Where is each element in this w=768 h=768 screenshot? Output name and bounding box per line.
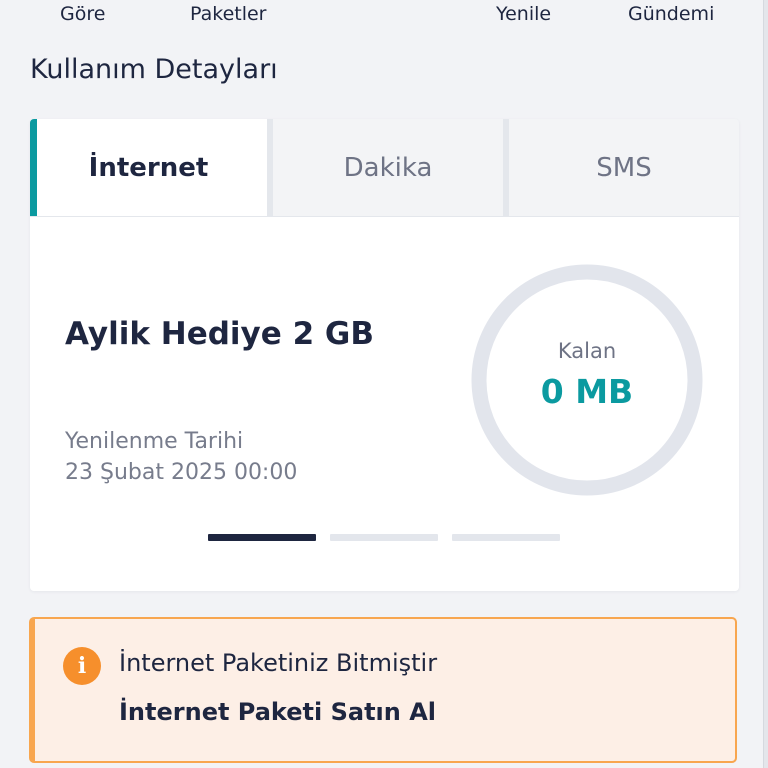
package-name: Aylik Hediye 2 GB	[65, 316, 375, 352]
remaining-value: 0 MB	[540, 372, 634, 411]
remaining-label: Kalan	[557, 339, 617, 363]
tab-dakika-label: Dakika	[343, 152, 433, 183]
tab-sms-label: SMS	[596, 152, 652, 183]
alert-message: İnternet Paketiniz Bitmiştir	[119, 649, 438, 677]
package-expired-alert: i İnternet Paketiniz Bitmiştir İnternet …	[29, 617, 737, 763]
pager-dot-2[interactable]	[330, 534, 438, 541]
nav-item-gore[interactable]: Göre	[60, 3, 105, 25]
page-title: Kullanım Detayları	[30, 54, 278, 85]
usage-details-card: İnternet Dakika SMS Aylik Hediye 2 GB Ye…	[30, 119, 739, 591]
buy-internet-package-link[interactable]: İnternet Paketi Satın Al	[119, 698, 436, 726]
tab-internet-label: İnternet	[88, 152, 209, 183]
page-scrollbar[interactable]	[763, 0, 768, 768]
renewal-date: 23 Şubat 2025 00:00	[65, 460, 298, 485]
usage-tabs: İnternet Dakika SMS	[30, 119, 739, 217]
tab-dakika[interactable]: Dakika	[273, 119, 503, 216]
renewal-date-label: Yenilenme Tarihi	[65, 429, 244, 454]
info-icon: i	[63, 647, 101, 685]
pager-dot-1[interactable]	[208, 534, 316, 541]
tab-internet[interactable]: İnternet	[30, 119, 267, 216]
nav-item-paketler[interactable]: Paketler	[190, 3, 267, 25]
tab-sms[interactable]: SMS	[509, 119, 739, 216]
nav-item-yenile[interactable]: Yenile	[496, 3, 551, 25]
top-navigation: Göre Paketler Yenile Gündemi	[0, 0, 768, 30]
nav-item-gundemi[interactable]: Gündemi	[628, 3, 714, 25]
pager-dot-3[interactable]	[452, 534, 560, 541]
